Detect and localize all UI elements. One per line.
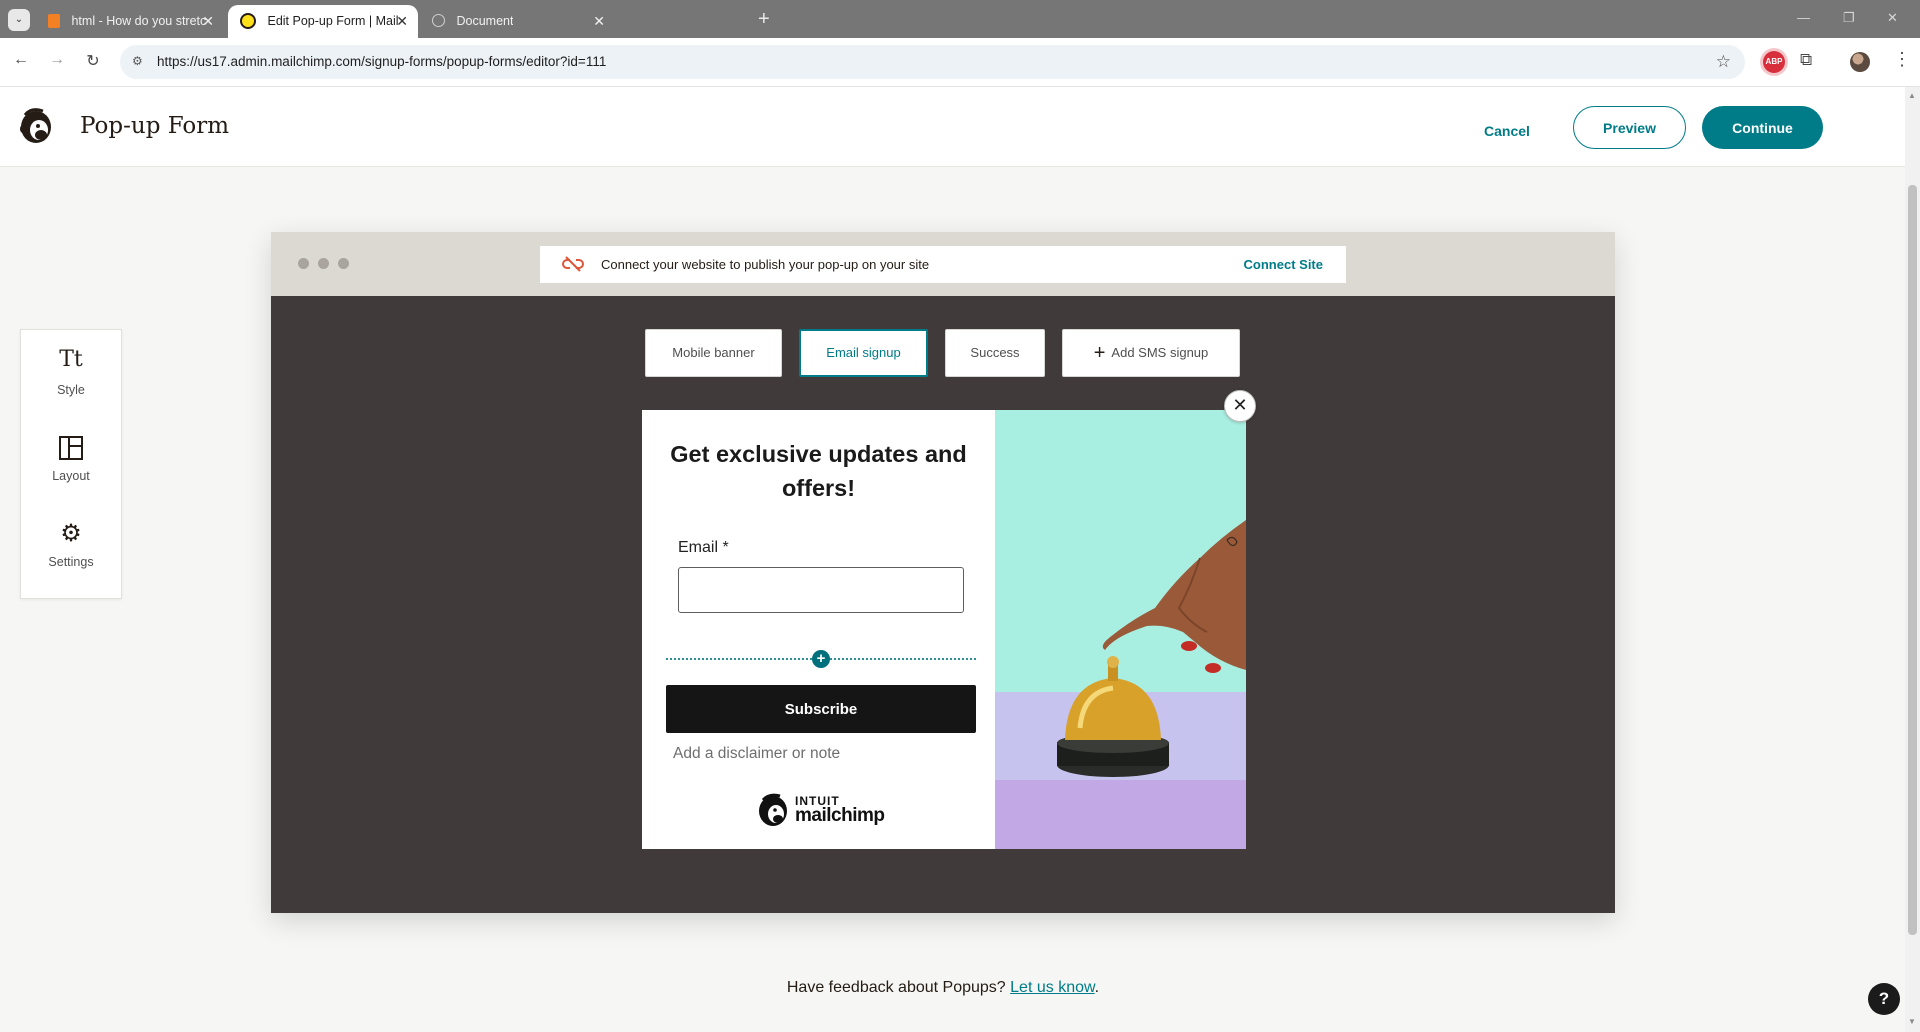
globe-favicon-icon	[432, 14, 445, 28]
add-field-plus-icon[interactable]: +	[812, 650, 830, 668]
preview-button[interactable]: Preview	[1573, 106, 1686, 149]
tab-success[interactable]: Success	[945, 329, 1045, 377]
window-dot	[298, 258, 309, 269]
scroll-down-arrow-icon[interactable]: ▼	[1908, 1017, 1916, 1026]
freddie-logo-icon	[759, 793, 787, 826]
email-field[interactable]	[678, 567, 964, 613]
adblock-plus-extension-icon[interactable]: ABP	[1763, 51, 1785, 73]
profile-avatar[interactable]	[1850, 52, 1870, 72]
minimize-icon[interactable]: —	[1797, 10, 1810, 25]
browser-tab-strip: ⌄ html - How do you stretch an in ✕ Edit…	[0, 0, 1920, 38]
tab-close-icon[interactable]: ✕	[202, 5, 214, 38]
forward-arrow-icon[interactable]: →	[46, 51, 68, 69]
email-field-label[interactable]: Email *	[678, 539, 729, 557]
tab-email-signup[interactable]: Email signup	[799, 329, 928, 377]
preview-browser-bar: Connect your website to publish your pop…	[271, 232, 1615, 296]
broken-link-icon	[562, 256, 584, 272]
layout-icon	[21, 433, 121, 463]
text-style-icon: Tt	[59, 347, 83, 372]
feedback-text: Have feedback about Popups?	[786, 979, 1006, 996]
page-title: Pop-up Form	[80, 113, 230, 139]
continue-button[interactable]: Continue	[1702, 106, 1823, 149]
tab-label: Mobile banner	[672, 345, 755, 360]
tab-title: Edit Pop-up Form | Mailchimp	[267, 14, 399, 28]
tab-close-icon[interactable]: ✕	[593, 5, 605, 38]
restore-icon[interactable]: ❐	[1843, 10, 1855, 26]
window-close-icon[interactable]: ✕	[1887, 10, 1898, 26]
tab-mobile-banner[interactable]: Mobile banner	[645, 329, 782, 377]
popup-heading[interactable]: Get exclusive updates and offers!	[662, 437, 975, 505]
tab-title: html - How do you stretch an in	[71, 14, 207, 28]
scrollbar-thumb[interactable]	[1908, 185, 1917, 935]
tab-label: Success	[970, 345, 1020, 360]
settings-tool-label: Settings	[48, 555, 94, 569]
window-dot	[318, 258, 329, 269]
layout-tool-label: Layout	[52, 469, 90, 483]
popup-close-button[interactable]: ✕	[1224, 390, 1256, 422]
browser-toolbar: ← → ↻ ⚙ https://us17.admin.mailchimp.com…	[0, 38, 1920, 87]
tab-search-button[interactable]: ⌄	[8, 9, 30, 31]
tab-title: Document	[456, 14, 514, 28]
style-tool[interactable]: Tt Style	[21, 330, 121, 410]
mailchimp-wordmark: mailchimp	[795, 805, 885, 826]
browser-tab-stackoverflow[interactable]: html - How do you stretch an in ✕	[36, 5, 224, 38]
browser-tab-document[interactable]: Document ✕	[420, 5, 615, 38]
extensions-puzzle-icon[interactable]: ⧉	[1800, 50, 1812, 70]
help-button[interactable]: ?	[1868, 983, 1900, 1015]
scroll-up-arrow-icon[interactable]: ▲	[1908, 91, 1916, 100]
connect-site-banner: Connect your website to publish your pop…	[540, 246, 1346, 283]
subscribe-button[interactable]: Subscribe	[666, 685, 976, 733]
site-info-icon[interactable]: ⚙	[132, 54, 143, 68]
bookmark-star-icon[interactable]: ☆	[1716, 52, 1731, 72]
tab-close-icon[interactable]: ✕	[396, 5, 408, 38]
back-arrow-icon[interactable]: ←	[10, 51, 32, 69]
popup-form-content: Get exclusive updates and offers! Email …	[642, 410, 995, 849]
editor-tool-panel: Tt Style Layout ⚙ Settings	[20, 329, 122, 599]
reload-icon[interactable]: ↻	[82, 51, 104, 71]
chrome-menu-icon[interactable]: ⋮	[1893, 49, 1911, 70]
stackoverflow-favicon-icon	[48, 13, 60, 28]
tab-label: Add SMS signup	[1111, 345, 1209, 360]
disclaimer-placeholder[interactable]: Add a disclaimer or note	[673, 745, 840, 763]
window-dot	[338, 258, 349, 269]
browser-tab-mailchimp[interactable]: Edit Pop-up Form | Mailchimp ✕	[228, 5, 418, 38]
plus-icon: +	[1093, 341, 1106, 364]
cancel-button[interactable]: Cancel	[1470, 109, 1544, 153]
tab-label: Email signup	[826, 345, 901, 360]
mailchimp-freddie-logo-icon[interactable]	[17, 105, 57, 147]
address-bar[interactable]: ⚙ https://us17.admin.mailchimp.com/signu…	[120, 45, 1745, 79]
settings-tool[interactable]: ⚙ Settings	[21, 502, 121, 582]
page-scrollbar[interactable]: ▲ ▼	[1905, 87, 1920, 1032]
popup-image-bell[interactable]	[995, 410, 1246, 849]
connect-site-message: Connect your website to publish your pop…	[601, 257, 930, 272]
feedback-link[interactable]: Let us know	[1010, 979, 1095, 996]
intuit-mailchimp-logo: INTUIT mailchimp	[756, 790, 888, 830]
tab-add-sms-signup[interactable]: + Add SMS signup	[1062, 329, 1240, 377]
preview-canvas: Mobile banner Email signup Success + Add …	[271, 296, 1615, 913]
gear-icon: ⚙	[60, 519, 82, 547]
feedback-line: Have feedback about Popups? Let us know.	[0, 979, 1886, 997]
new-tab-plus-icon[interactable]: +	[758, 8, 770, 30]
mailchimp-favicon-icon	[240, 12, 256, 29]
app-header: Pop-up Form Cancel Preview Continue	[0, 87, 1905, 167]
popup-form: Get exclusive updates and offers! Email …	[642, 410, 1246, 849]
style-tool-label: Style	[57, 383, 85, 397]
connect-site-link[interactable]: Connect Site	[1244, 257, 1323, 272]
url-text[interactable]: https://us17.admin.mailchimp.com/signup-…	[157, 54, 606, 69]
feedback-end: .	[1094, 979, 1100, 996]
layout-tool[interactable]: Layout	[21, 416, 121, 496]
website-preview-frame: Connect your website to publish your pop…	[271, 232, 1615, 913]
